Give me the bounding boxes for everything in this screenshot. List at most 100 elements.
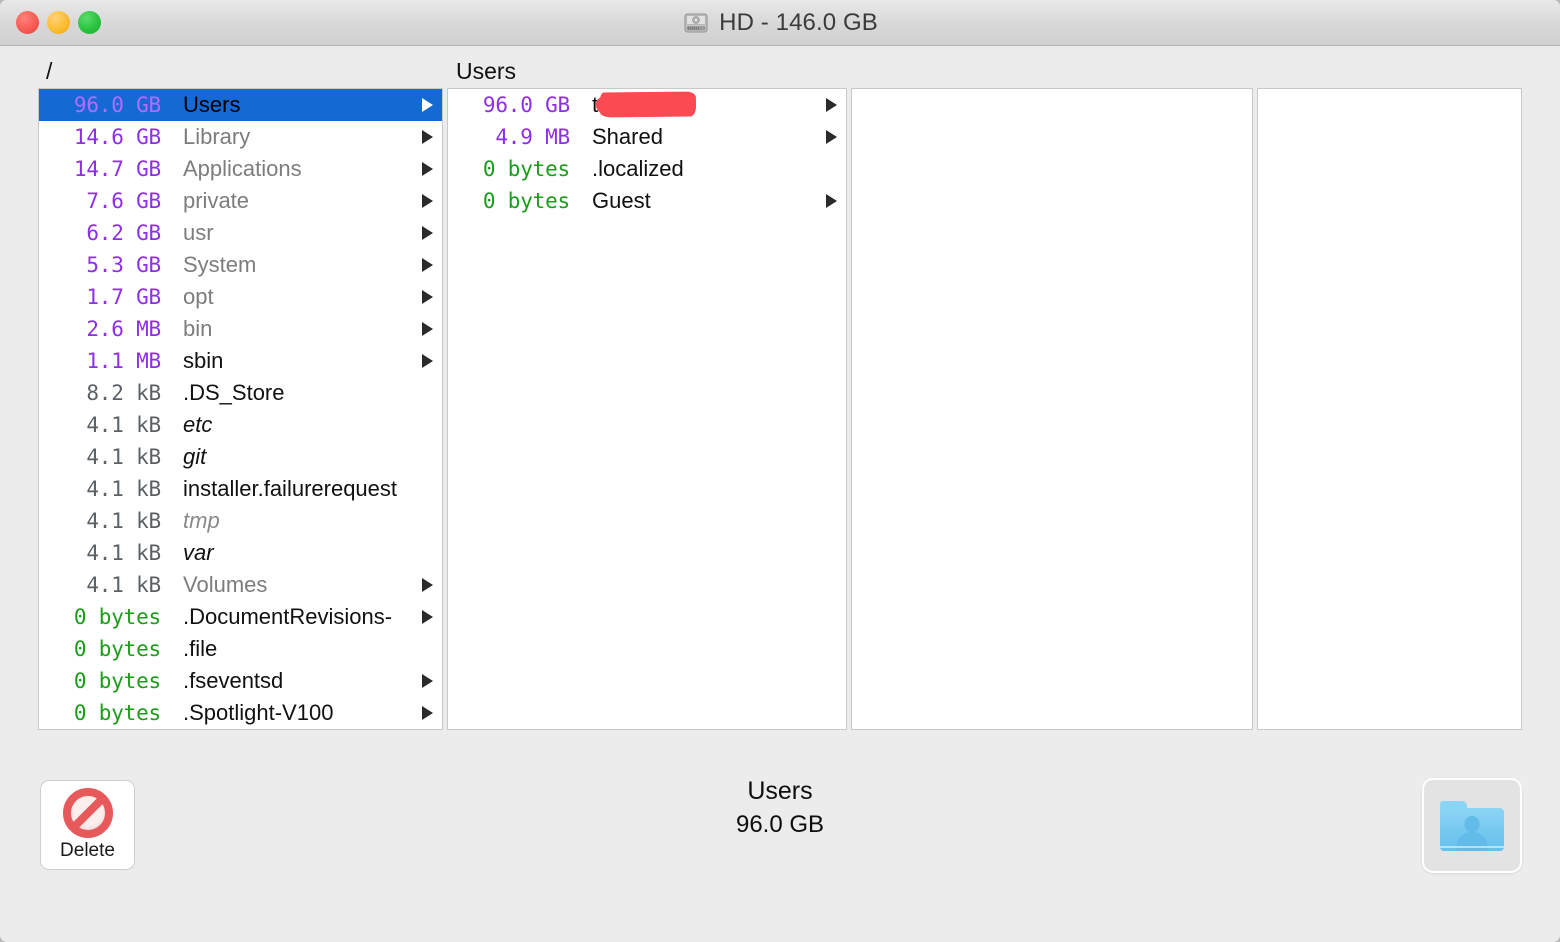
file-row[interactable]: 96.0 GB Users — [39, 89, 442, 121]
file-name: Users — [183, 92, 241, 117]
column-header-root: / — [46, 58, 53, 84]
file-row[interactable]: 0 bytes .DocumentRevisions- — [39, 601, 442, 633]
file-row[interactable]: 6.2 GB usr — [39, 217, 442, 249]
file-size: 6.2 GB — [86, 221, 161, 245]
file-size: 7.6 GB — [86, 189, 161, 213]
disclosure-arrow-icon[interactable] — [422, 290, 433, 304]
file-row[interactable]: 2.6 MB bin — [39, 313, 442, 345]
root-pane[interactable]: 96.0 GB Users 14.6 GB Library 14.7 GB Applica… — [38, 88, 443, 730]
file-size: 4.1 kB — [86, 541, 161, 565]
file-row[interactable]: 96.0 GB t — [448, 89, 846, 121]
file-row[interactable]: 5.3 GB System — [39, 249, 442, 281]
file-name: System — [183, 252, 257, 277]
file-size: 4.1 kB — [86, 445, 161, 469]
file-name: tmp — [183, 508, 220, 533]
close-window-button[interactable] — [16, 11, 39, 34]
file-size: 0 bytes — [73, 669, 161, 693]
selection-name: Users — [747, 777, 813, 805]
file-name: .DS_Store — [183, 380, 285, 405]
file-row[interactable]: 0 bytes .localized — [448, 153, 846, 185]
file-name: private — [183, 188, 250, 213]
empty-pane-3[interactable] — [851, 88, 1253, 730]
file-row[interactable]: 4.1 kB etc — [39, 409, 442, 441]
hard-drive-icon — [682, 9, 710, 37]
file-name: Library — [183, 124, 251, 149]
file-row[interactable]: 1.1 MB sbin — [39, 345, 442, 377]
file-size: 2.6 MB — [86, 317, 161, 341]
file-size: 8.2 kB — [86, 381, 161, 405]
file-row[interactable]: 4.1 kB tmp — [39, 505, 442, 537]
file-name: usr — [183, 220, 214, 245]
file-size: 0 bytes — [73, 701, 161, 725]
disclosure-arrow-icon[interactable] — [422, 226, 433, 240]
users-pane[interactable]: 96.0 GB t 4.9 MB Shared 0 bytes .localized 0 b… — [447, 88, 847, 730]
file-size: 0 bytes — [482, 189, 570, 213]
disclosure-arrow-icon[interactable] — [826, 194, 837, 208]
file-name: installer.failurerequest — [183, 476, 398, 501]
file-row[interactable]: 14.6 GB Library — [39, 121, 442, 153]
disclosure-arrow-icon[interactable] — [422, 98, 433, 112]
file-name: var — [183, 540, 214, 565]
disclosure-arrow-icon[interactable] — [422, 194, 433, 208]
traffic-lights — [16, 0, 101, 45]
window-title-group: HD - 146.0 GB — [0, 9, 1560, 37]
file-name: Shared — [592, 124, 663, 149]
disclosure-arrow-icon[interactable] — [422, 578, 433, 592]
disclosure-arrow-icon[interactable] — [422, 162, 433, 176]
file-row[interactable]: 0 bytes .file — [39, 633, 442, 665]
column-headers: / Users — [0, 46, 1560, 88]
file-row[interactable]: 4.9 MB Shared — [448, 121, 846, 153]
file-row[interactable]: 1.7 GB opt — [39, 281, 442, 313]
column-browser: 96.0 GB Users 14.6 GB Library 14.7 GB Applica… — [0, 88, 1560, 730]
file-size: 1.7 GB — [86, 285, 161, 309]
file-row[interactable]: 4.1 kB Volumes — [39, 569, 442, 601]
disclosure-arrow-icon[interactable] — [422, 706, 433, 720]
file-row[interactable]: 0 bytes .fseventsd — [39, 665, 442, 697]
file-row[interactable]: 0 bytes Guest — [448, 185, 846, 217]
file-size: 14.7 GB — [73, 157, 161, 181]
window-title: HD - 146.0 GB — [719, 8, 878, 36]
file-name: .Spotlight-V100 — [183, 700, 334, 725]
file-row[interactable]: 4.1 kB installer.failurerequest — [39, 473, 442, 505]
users-folder-icon — [1440, 800, 1504, 851]
file-size: 0 bytes — [73, 637, 161, 661]
file-size: 4.1 kB — [86, 477, 161, 501]
empty-pane-4[interactable] — [1257, 88, 1522, 730]
minimize-window-button[interactable] — [47, 11, 70, 34]
disclosure-arrow-icon[interactable] — [422, 610, 433, 624]
file-size: 4.9 MB — [495, 125, 570, 149]
file-name: etc — [183, 412, 213, 437]
file-row[interactable]: 8.2 kB .DS_Store — [39, 377, 442, 409]
selection-status: Users 96.0 GB — [0, 774, 1560, 842]
file-name: sbin — [183, 348, 224, 373]
disclosure-arrow-icon[interactable] — [422, 258, 433, 272]
file-name: .fseventsd — [183, 668, 284, 693]
file-name: Guest — [592, 188, 651, 213]
file-name: .file — [183, 636, 218, 661]
file-row[interactable]: 14.7 GB Applications — [39, 153, 442, 185]
reveal-folder-button[interactable] — [1422, 778, 1522, 873]
file-name: .localized — [592, 156, 684, 181]
root-pane-list: 96.0 GB Users 14.6 GB Library 14.7 GB Applica… — [39, 89, 442, 729]
disclosure-arrow-icon[interactable] — [422, 322, 433, 336]
bottom-toolbar: Delete Users 96.0 GB — [0, 730, 1560, 942]
file-name: Volumes — [183, 572, 268, 597]
file-row[interactable]: 4.1 kB var — [39, 537, 442, 569]
file-row[interactable]: 7.6 GB private — [39, 185, 442, 217]
file-name: git — [183, 444, 207, 469]
file-size: 4.1 kB — [86, 573, 161, 597]
file-row[interactable]: 0 bytes .Spotlight-V100 — [39, 697, 442, 729]
file-name: bin — [183, 316, 213, 341]
disclosure-arrow-icon[interactable] — [422, 354, 433, 368]
disclosure-arrow-icon[interactable] — [422, 674, 433, 688]
maximize-window-button[interactable] — [78, 11, 101, 34]
file-size: 0 bytes — [482, 157, 570, 181]
file-row[interactable]: 4.1 kB git — [39, 441, 442, 473]
disclosure-arrow-icon[interactable] — [422, 130, 433, 144]
delete-button-label: Delete — [60, 840, 115, 861]
disclosure-arrow-icon[interactable] — [826, 130, 837, 144]
disclosure-arrow-icon[interactable] — [826, 98, 837, 112]
file-size: 5.3 GB — [86, 253, 161, 277]
file-name: opt — [183, 284, 214, 309]
selection-size: 96.0 GB — [735, 811, 825, 838]
